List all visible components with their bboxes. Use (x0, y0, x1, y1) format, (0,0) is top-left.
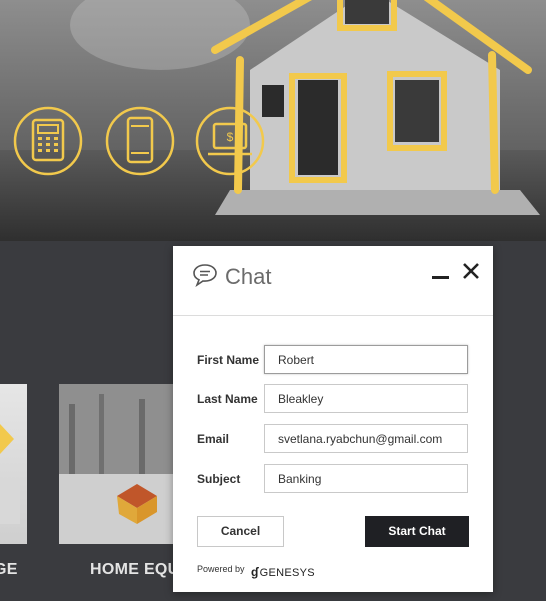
chat-window: Chat First Name Last Name Email Subject … (173, 246, 493, 592)
calculator-icon (13, 106, 83, 176)
minimize-button[interactable] (432, 276, 449, 279)
hero-illustration: $ (13, 0, 540, 215)
first-name-input[interactable] (264, 345, 468, 374)
smartphone-icon (105, 106, 175, 176)
email-label: Email (197, 432, 230, 446)
start-chat-button[interactable]: Start Chat (365, 516, 469, 547)
card-image-left[interactable] (0, 384, 27, 544)
last-name-row: Last Name (173, 384, 493, 415)
close-icon[interactable] (462, 262, 480, 280)
chat-bubble-icon (193, 264, 217, 287)
subject-input[interactable] (264, 464, 468, 493)
card-image-home-equity[interactable] (59, 384, 173, 544)
house-door (298, 80, 338, 175)
last-name-input[interactable] (264, 384, 468, 413)
first-name-label: First Name (197, 353, 260, 367)
house-window-left (262, 85, 284, 117)
cancel-button[interactable]: Cancel (197, 516, 284, 547)
house-thumbnail-icon (0, 424, 20, 524)
email-row: Email (173, 424, 493, 455)
genesys-logo-icon: ɠ (251, 565, 259, 579)
chat-header: Chat (173, 246, 493, 316)
card-title-left[interactable]: GE (0, 561, 18, 579)
house-base (215, 190, 540, 215)
svg-text:$: $ (227, 130, 234, 144)
subject-row: Subject (173, 464, 493, 495)
genesys-wordmark: GENESYS (259, 567, 315, 579)
house-wall-right-outline (488, 51, 499, 194)
chat-title: Chat (225, 264, 272, 289)
house-window-top (345, 0, 389, 24)
hero-image: $ (0, 0, 546, 241)
email-input[interactable] (264, 424, 468, 453)
card-title-home-equity[interactable]: HOME EQU (90, 561, 180, 579)
tiny-house-icon (59, 384, 173, 544)
genesys-brand[interactable]: ɠGENESYS (251, 565, 315, 579)
house-window-right (395, 80, 439, 142)
last-name-label: Last Name (197, 392, 258, 406)
powered-by-label: Powered by (197, 564, 245, 574)
first-name-row: First Name (173, 345, 493, 376)
subject-label: Subject (197, 472, 241, 486)
